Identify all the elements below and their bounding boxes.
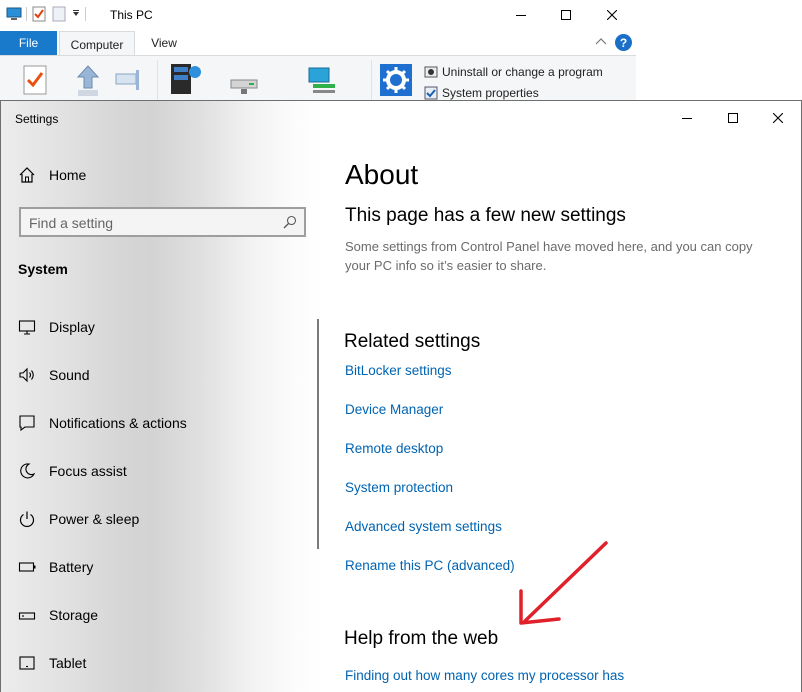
find-setting-search-box[interactable]: [19, 207, 306, 237]
uninstall-program-button[interactable]: Uninstall or change a program: [424, 62, 603, 82]
programs-icon: [424, 66, 438, 78]
related-settings-heading: Related settings: [344, 331, 481, 352]
sidebar-item-tablet[interactable]: Tablet: [1, 643, 322, 683]
tab-computer[interactable]: Computer: [59, 31, 135, 57]
new-folder-icon[interactable]: [51, 6, 67, 22]
sidebar-item-notifications[interactable]: Notifications & actions: [1, 403, 322, 443]
tab-view[interactable]: View: [140, 31, 188, 55]
sidebar-item-label: Battery: [49, 559, 94, 575]
sidebar-item-sound[interactable]: Sound: [1, 355, 322, 395]
sidebar-item-storage[interactable]: Storage: [1, 595, 322, 635]
tab-file[interactable]: File: [0, 31, 57, 55]
remote-desktop-link[interactable]: Remote desktop: [345, 441, 443, 456]
home-icon: [19, 167, 35, 183]
help-link-processor-cores[interactable]: Finding out how many cores my processor …: [345, 668, 624, 683]
quick-access-toolbar: [6, 6, 86, 22]
new-settings-description: Some settings from Control Panel have mo…: [345, 239, 753, 273]
rename-icon[interactable]: [114, 68, 144, 92]
maximize-icon: [561, 10, 571, 20]
sidebar-item-label: Notifications & actions: [49, 415, 187, 431]
sidebar-item-label: Display: [49, 319, 95, 335]
settings-sidebar: Settings Home System Display Sound Notif…: [1, 101, 322, 692]
open-icon[interactable]: [74, 64, 102, 98]
new-settings-heading: This page has a few new settings: [345, 205, 626, 226]
power-icon: [19, 511, 35, 528]
ribbon-tabs: File Computer View ?: [0, 31, 636, 57]
minimize-icon: [516, 15, 526, 16]
sidebar-item-label: Tablet: [49, 655, 87, 671]
settings-window-title: Settings: [15, 112, 59, 126]
rename-pc-link[interactable]: Rename this PC (advanced): [345, 558, 515, 573]
access-media-icon[interactable]: [169, 62, 203, 98]
nav-home-label: Home: [49, 167, 87, 183]
close-icon: [607, 10, 617, 20]
settings-content: About This page has a few new settings S…: [322, 101, 801, 692]
help-icon[interactable]: ?: [615, 34, 632, 51]
advanced-system-settings-link[interactable]: Advanced system settings: [345, 519, 502, 534]
section-label-system: System: [18, 261, 68, 277]
display-icon: [18, 320, 36, 335]
add-network-location-icon[interactable]: [303, 66, 339, 96]
explorer-maximize-button[interactable]: [543, 0, 589, 30]
help-from-web-heading: Help from the web: [344, 628, 499, 649]
uninstall-program-label: Uninstall or change a program: [442, 65, 603, 79]
sidebar-item-label: Power & sleep: [49, 511, 140, 527]
explorer-close-button[interactable]: [589, 0, 635, 30]
search-icon[interactable]: [283, 215, 297, 229]
nav-home[interactable]: Home: [1, 155, 322, 195]
this-pc-icon[interactable]: [6, 6, 22, 22]
sidebar-item-display[interactable]: Display: [1, 307, 322, 347]
explorer-minimize-button[interactable]: [498, 0, 544, 30]
notifications-icon: [19, 415, 35, 432]
qat-dropdown-icon[interactable]: [71, 6, 81, 22]
properties-icon[interactable]: [31, 6, 47, 22]
settings-window: Settings Home System Display Sound Notif…: [0, 100, 802, 692]
map-network-drive-icon[interactable]: [227, 70, 261, 96]
sidebar-item-label: Sound: [49, 367, 90, 383]
system-protection-link[interactable]: System protection: [345, 480, 453, 495]
sidebar-item-label: Storage: [49, 607, 99, 623]
open-settings-icon[interactable]: [380, 64, 412, 96]
file-explorer-window: This PC File Computer View ? Uninstall o…: [0, 0, 636, 102]
properties-large-icon[interactable]: [22, 64, 48, 96]
chevron-up-icon[interactable]: [594, 35, 608, 49]
sidebar-scrollbar[interactable]: [317, 319, 319, 549]
page-title: About: [345, 159, 419, 190]
device-manager-link[interactable]: Device Manager: [345, 402, 443, 417]
bitlocker-settings-link[interactable]: BitLocker settings: [345, 363, 452, 378]
sidebar-item-focus-assist[interactable]: Focus assist: [1, 451, 322, 491]
search-input[interactable]: [29, 214, 274, 232]
battery-icon: [18, 562, 36, 572]
tablet-icon: [19, 656, 35, 670]
ribbon: Uninstall or change a program System pro…: [0, 55, 636, 102]
sidebar-item-battery[interactable]: Battery: [1, 547, 322, 587]
explorer-titlebar: This PC: [0, 0, 636, 30]
sound-icon: [19, 367, 34, 383]
system-properties-icon: [424, 86, 438, 100]
focus-assist-icon: [20, 463, 36, 479]
storage-icon: [18, 612, 36, 620]
system-properties-label: System properties: [442, 86, 539, 100]
explorer-title: This PC: [110, 8, 153, 22]
sidebar-item-label: Focus assist: [49, 463, 127, 479]
sidebar-item-power-sleep[interactable]: Power & sleep: [1, 499, 322, 539]
